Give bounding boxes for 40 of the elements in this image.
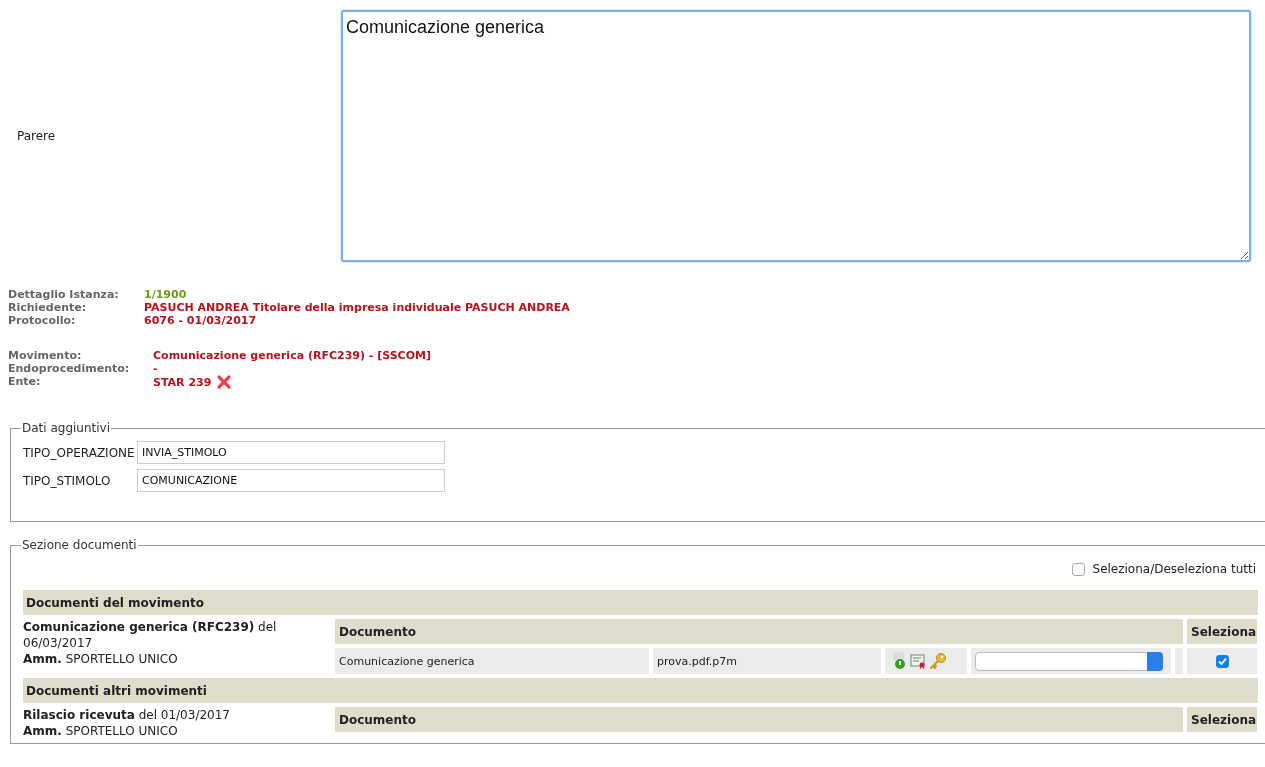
field-label: Parere xyxy=(16,129,57,143)
fieldset-legend: Sezione documenti xyxy=(21,538,138,552)
field-label: TIPO_STIMOLO xyxy=(23,473,112,488)
info-value: - xyxy=(153,362,158,375)
column-header: Seleziona xyxy=(1187,707,1257,732)
office-text: Amm. SPORTELLO UNICO xyxy=(23,723,179,739)
info-label: Endoprocedimento: xyxy=(8,362,131,375)
column-header: Documento xyxy=(335,707,1183,732)
column-header: Seleziona xyxy=(1187,619,1257,644)
input-field[interactable]: COMUNICAZIONE xyxy=(137,469,445,492)
text-area[interactable]: Comunicazione generica xyxy=(341,10,1251,262)
group-header: Documenti altri movimenti xyxy=(23,678,1258,703)
office-text: Amm. SPORTELLO UNICO xyxy=(23,651,179,667)
info-value: 1/1900 xyxy=(144,288,187,301)
column-header: Documento xyxy=(335,619,1183,644)
info-label: Movimento: xyxy=(8,349,83,362)
info-value: PASUCH ANDREA Titolare della impresa individuale PASUCH ANDREA xyxy=(144,301,570,314)
info-label: Ente: xyxy=(8,375,42,389)
fieldset-legend: Dati aggiuntivi xyxy=(21,421,112,435)
remove-icon[interactable] xyxy=(217,375,232,389)
movement-text: Comunicazione generica (RFC239) del 06/03/2017 xyxy=(23,619,278,651)
key-icon[interactable] xyxy=(929,652,947,670)
info-value: STAR 239 xyxy=(153,375,212,389)
info-value: 6076 - 01/03/2017 xyxy=(144,314,257,327)
checkbox[interactable] xyxy=(1071,562,1085,576)
table-cell: Comunicazione generica xyxy=(335,648,649,674)
table-cell: prova.pdf.p7m xyxy=(653,648,881,674)
movement-text: Rilascio ricevuta del 01/03/2017 xyxy=(23,707,231,723)
certificate-icon[interactable] xyxy=(910,653,926,669)
info-icon[interactable] xyxy=(893,652,907,670)
checkbox[interactable] xyxy=(1215,654,1229,668)
select-dropdown[interactable] xyxy=(975,651,1163,671)
info-label: Protocollo: xyxy=(8,314,77,327)
group-header: Documenti del movimento xyxy=(23,590,1258,615)
input-field[interactable]: INVIA_STIMOLO xyxy=(137,441,445,464)
info-label: Richiedente: xyxy=(8,301,88,314)
info-value: Comunicazione generica (RFC239) - [SSCOM] xyxy=(153,349,431,362)
checkbox-label: Seleziona/Deseleziona tutti xyxy=(1092,562,1256,576)
info-label: Dettaglio Istanza: xyxy=(8,288,120,301)
field-label: TIPO_OPERAZIONE xyxy=(23,445,136,460)
